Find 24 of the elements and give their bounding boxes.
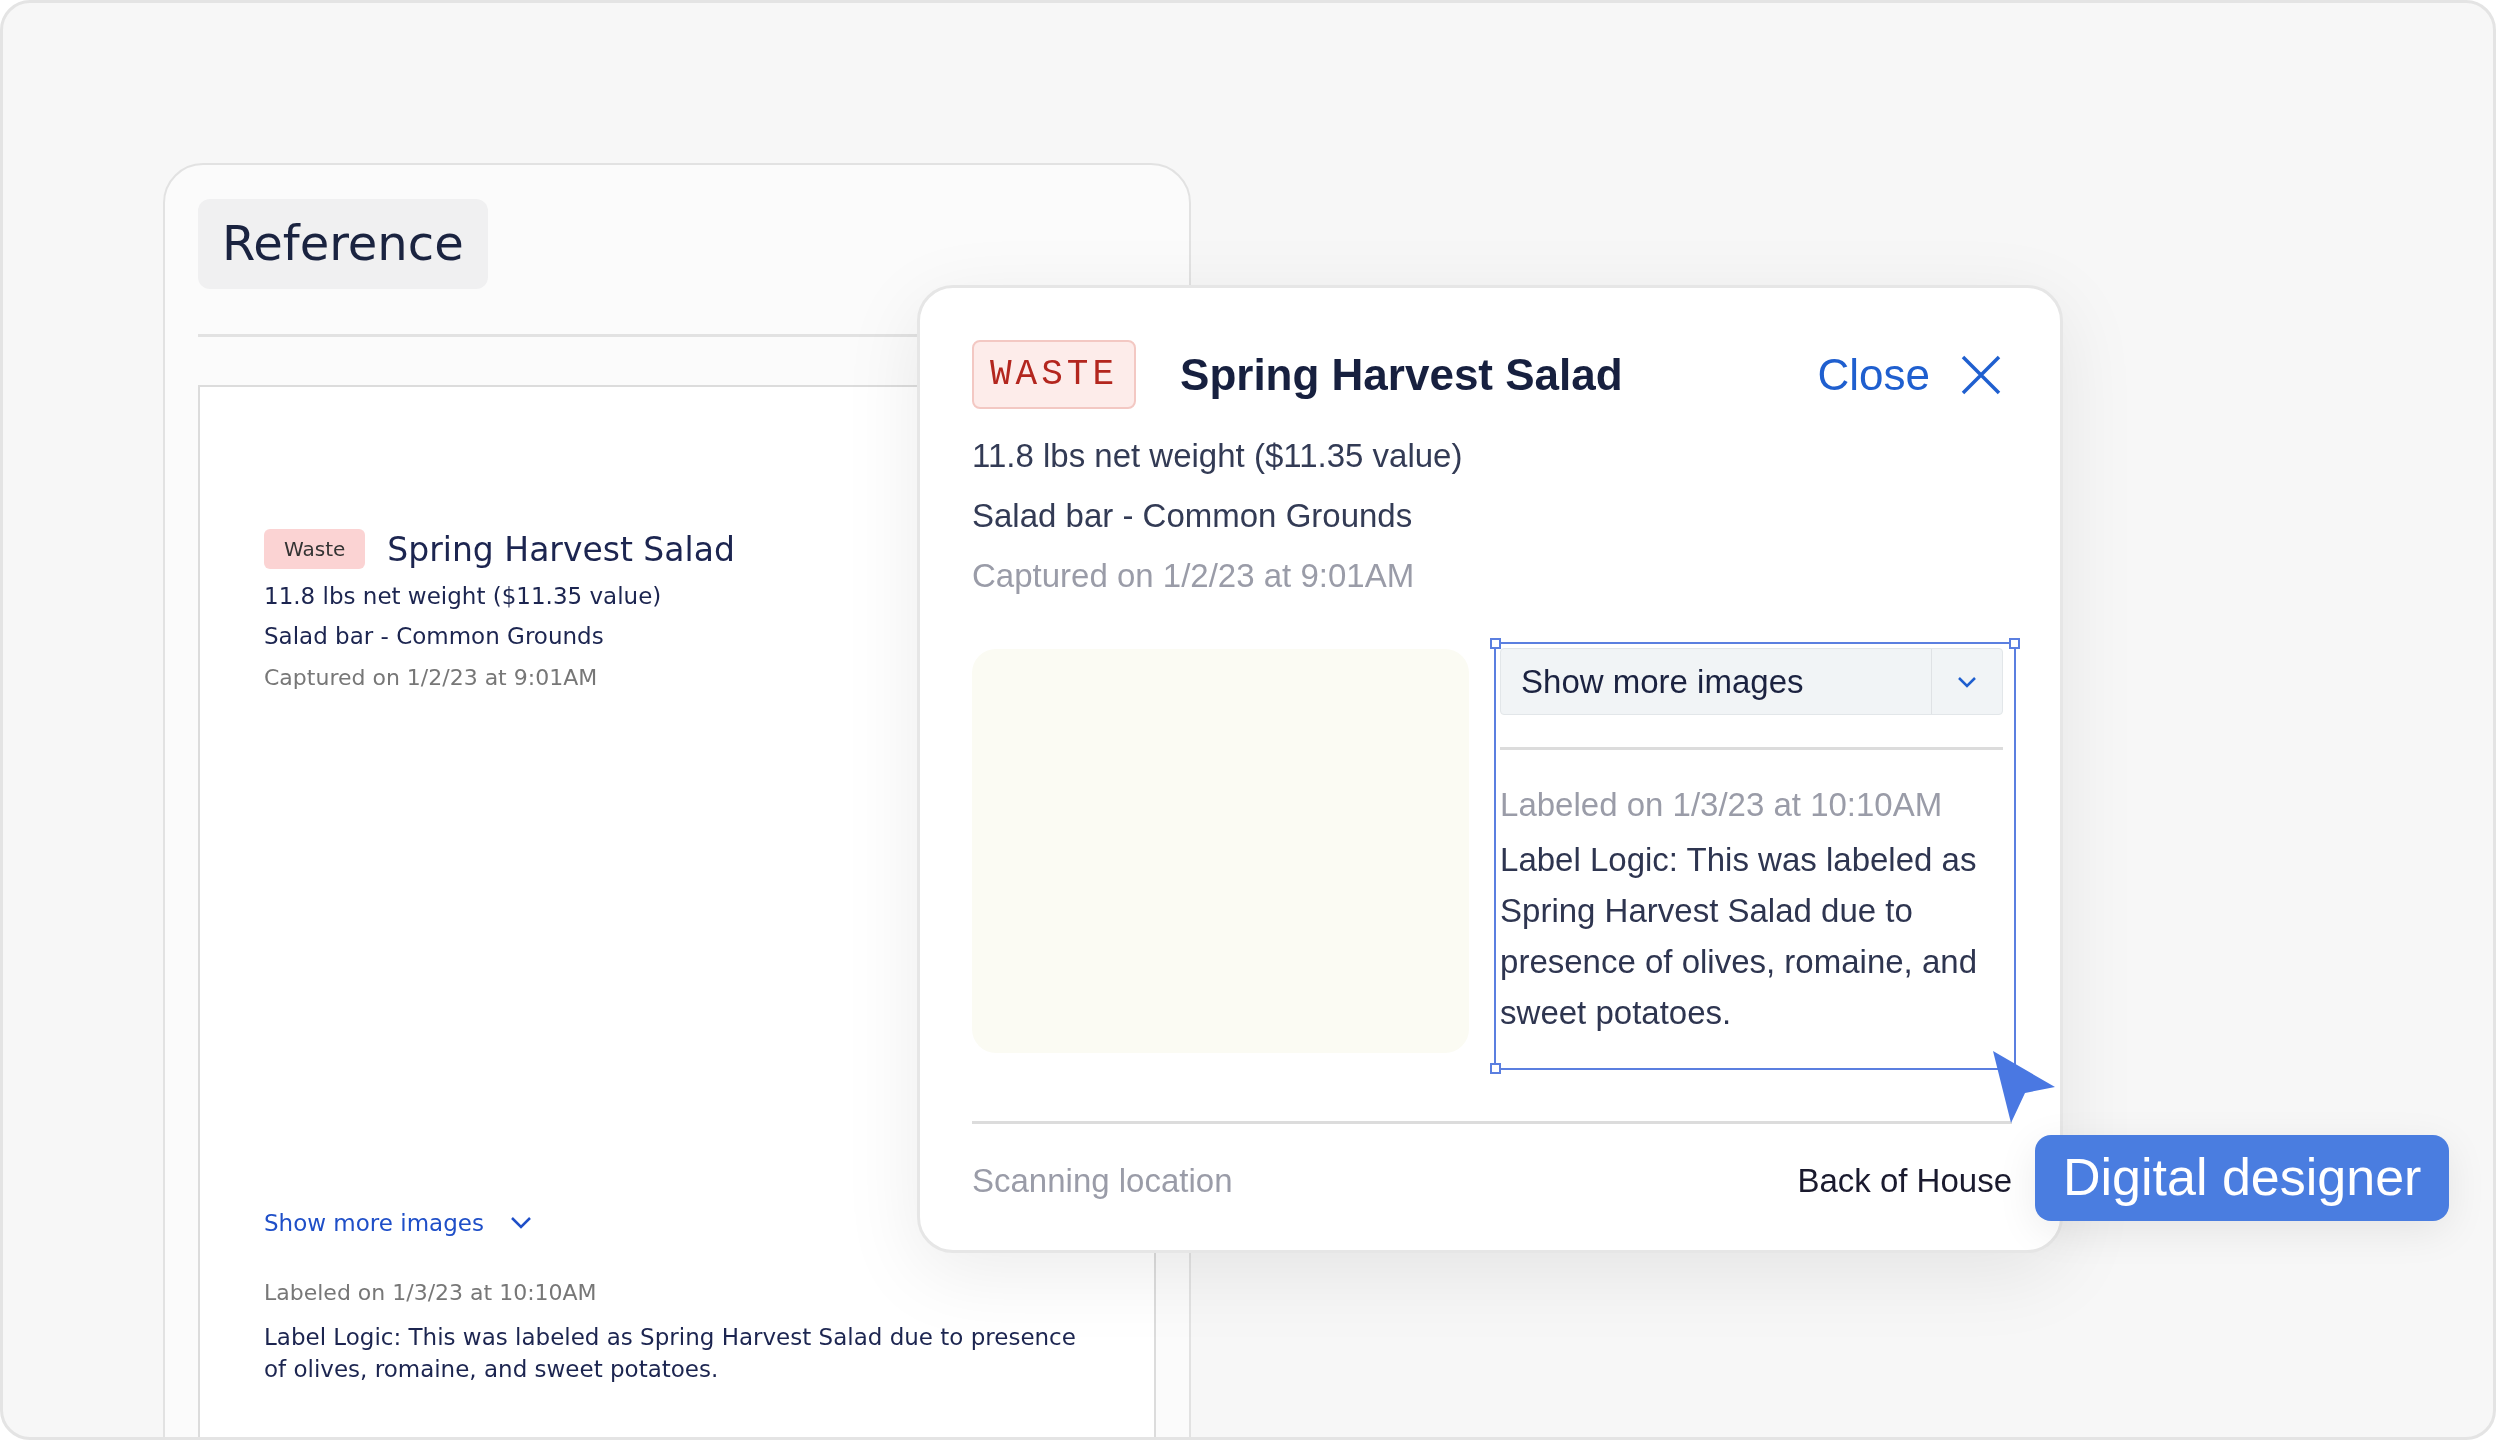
item-name: Spring Harvest Salad [387,529,735,569]
captured-text: Captured on 1/2/23 at 9:01AM [972,557,1416,595]
scanning-location-value: Back of House [1797,1162,2012,1200]
show-more-link[interactable]: Show more images [264,1210,532,1236]
labeled-text: Labeled on 1/3/23 at 10:10AM [1500,786,1944,824]
dropdown[interactable]: Show more images [1500,648,2003,715]
labeled-text: Labeled on 1/3/23 at 10:10AM [264,1280,598,1305]
label-logic-text: Label Logic: This was labeled as Spring Harvest Salad due to presence of olives, romaine, and sweet potatoes. [1500,840,1978,1033]
waste-tag: Waste [264,529,366,569]
weight-text: 11.8 lbs net weight ($11.35 value) [972,437,1464,475]
chevron-icon [509,1216,532,1230]
location-text: Salad bar - Common Grounds [264,623,605,649]
collaborator-label: Digital designer [2035,1135,2450,1221]
close-button[interactable]: Close [1817,349,2002,400]
captured-text: Captured on 1/2/23 at 9:01AM [264,665,599,690]
chevron-icon [1957,675,1977,688]
waste-tag: WASTE [972,340,1137,409]
weight-text: 11.8 lbs net weight ($11.35 value) [264,583,663,609]
label-logic-text: Label Logic: This was labeled as Spring Harvest Salad due to presence of olives, romaine, and sweet potatoes. [264,1323,1077,1384]
close-icon [1960,353,2002,396]
scanning-location-label: Scanning location [972,1162,1233,1200]
location-text: Salad bar - Common Grounds [972,497,1414,535]
reference-title: Reference [198,199,488,289]
item-name: Spring Harvest Salad [1180,349,1623,400]
